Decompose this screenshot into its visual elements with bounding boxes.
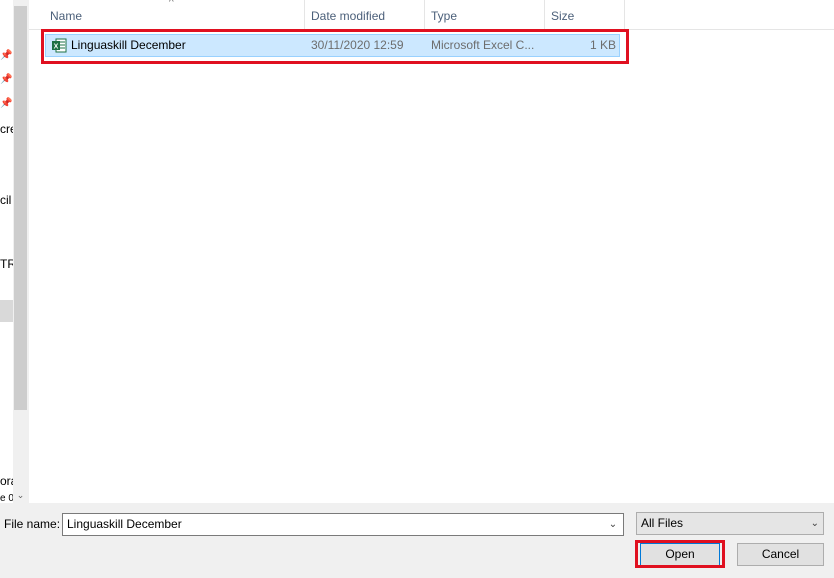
navigation-pane: 📌 📌 📌 cre cil TR ora e 0	[0, 0, 13, 503]
nav-item-selected[interactable]	[0, 300, 13, 322]
nav-item-fragment[interactable]: cil	[0, 193, 11, 207]
pin-icon[interactable]: 📌	[0, 50, 12, 62]
column-header-size[interactable]: Size	[545, 0, 625, 30]
column-header-row: ^ Name Date modified Type Size	[29, 0, 834, 30]
pin-icon[interactable]: 📌	[0, 98, 12, 110]
file-size-cell: 1 KB	[589, 38, 616, 52]
file-name-cell: Linguaskill December	[71, 38, 186, 52]
nav-item-fragment[interactable]: e 0	[0, 492, 13, 503]
column-header-date-modified[interactable]: Date modified	[305, 0, 425, 30]
open-button[interactable]: Open	[640, 543, 720, 566]
file-type-selected-value: All Files	[641, 516, 684, 530]
column-header-name[interactable]: Name	[44, 0, 305, 30]
scroll-down-icon[interactable]: ⌄	[13, 489, 28, 501]
column-header-type[interactable]: Type	[425, 0, 545, 30]
chevron-down-icon: ⌄	[810, 518, 819, 529]
nav-scrollbar[interactable]: ⌄	[13, 0, 28, 503]
chevron-down-icon[interactable]: ⌄	[604, 515, 622, 534]
pin-icon[interactable]: 📌	[0, 74, 12, 86]
nav-item-fragment[interactable]: cre	[0, 122, 13, 136]
file-date-cell: 30/11/2020 12:59	[311, 38, 404, 52]
pane-divider[interactable]	[28, 0, 29, 503]
file-name-input[interactable]: Linguaskill December	[62, 513, 624, 536]
scrollbar-thumb[interactable]	[14, 6, 27, 410]
nav-item-fragment[interactable]: TR	[0, 257, 13, 271]
dialog-footer: File name: Linguaskill December ⌄ All Fi…	[0, 503, 834, 578]
excel-file-icon: X	[52, 38, 67, 53]
file-type-cell: Microsoft Excel C...	[431, 38, 535, 52]
file-name-label: File name:	[4, 517, 61, 531]
file-row[interactable]: X Linguaskill December 30/11/2020 12:59 …	[45, 34, 620, 57]
nav-item-fragment[interactable]: ora	[0, 474, 13, 488]
cancel-button[interactable]: Cancel	[737, 543, 824, 566]
svg-text:X: X	[54, 44, 59, 51]
file-type-select[interactable]: All Files ⌄	[636, 512, 824, 535]
